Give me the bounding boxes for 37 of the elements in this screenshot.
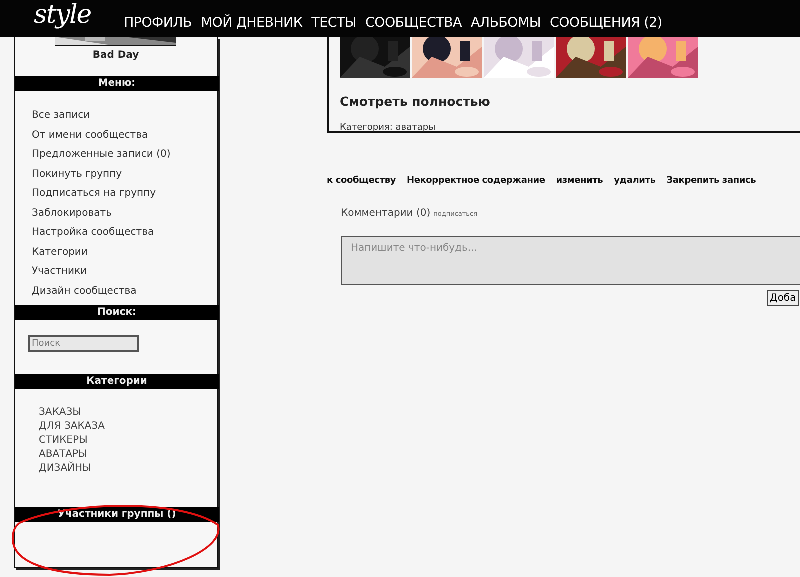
- nav-link[interactable]: АЛЬБОМЫ: [470, 14, 541, 30]
- action-link[interactable]: Закрепить запись: [666, 176, 756, 186]
- comments-count: Комментарии (0): [341, 208, 431, 219]
- nav-link[interactable]: МОЙ ДНЕВНИК: [200, 14, 303, 30]
- nav-link[interactable]: СООБЩЕСТВА: [366, 14, 462, 30]
- category-link[interactable]: ЗАКАЗЫ: [39, 406, 217, 420]
- profile-name: Bad Day: [92, 50, 140, 61]
- add-button[interactable]: Доба: [767, 290, 800, 306]
- action-link[interactable]: изменить: [556, 176, 604, 186]
- menu-link[interactable]: Предложенные записи (0): [32, 148, 217, 162]
- nav-link[interactable]: ТЕСТЫ: [312, 14, 357, 30]
- section-header: Категории: [15, 374, 219, 389]
- menu-link[interactable]: От имени сообщества: [32, 128, 217, 142]
- category-link[interactable]: ДИЗАЙНЫ: [39, 462, 217, 476]
- menu-link[interactable]: Дизайн сообщества: [32, 284, 217, 298]
- post-category: Категория: аватары: [340, 123, 437, 133]
- category-link[interactable]: АВАТАРЫ: [39, 448, 217, 462]
- action-link[interactable]: удалить: [614, 176, 656, 186]
- section-header: Поиск:: [15, 305, 219, 320]
- category-link[interactable]: ДЛЯ ЗАКАЗА: [39, 420, 217, 434]
- logo[interactable]: style: [34, 0, 124, 30]
- menu-link[interactable]: Покинуть группу: [32, 168, 217, 181]
- nav-link[interactable]: СООБЩЕНИЯ (2): [550, 14, 662, 30]
- menu-link[interactable]: Участники: [32, 265, 217, 278]
- category-link[interactable]: СТИКЕРЫ: [39, 434, 217, 448]
- nav-link[interactable]: ПРОФИЛЬ: [124, 14, 192, 30]
- action-link[interactable]: Некорректное содержание: [407, 176, 546, 186]
- view-full-link[interactable]: Смотреть полностью: [340, 94, 800, 109]
- menu-link[interactable]: Категории: [32, 246, 217, 259]
- action-link[interactable]: к сообществу: [327, 176, 396, 186]
- menu-link[interactable]: Все записи: [32, 109, 217, 122]
- section-header: Меню:: [15, 76, 219, 91]
- comment-field[interactable]: Напишите что-нибудь...: [341, 236, 800, 285]
- search-field[interactable]: Поиск: [28, 335, 139, 352]
- menu-link[interactable]: Настройка сообщества: [32, 226, 217, 240]
- menu-link[interactable]: Заблокировать: [32, 206, 217, 220]
- menu-link[interactable]: Подписаться на группу: [32, 187, 217, 200]
